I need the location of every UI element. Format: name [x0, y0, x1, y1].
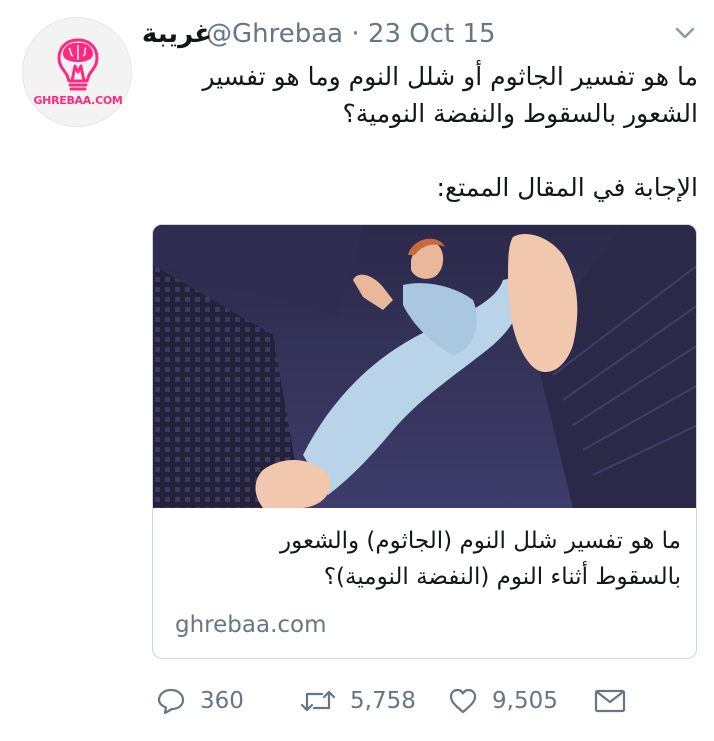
- retweet-count: 5,758: [350, 688, 416, 714]
- tweet-text-line: ما هو تفسير الجاثوم أو شلل النوم وما هو …: [202, 62, 698, 91]
- like-button[interactable]: 9,505: [448, 679, 558, 723]
- tweet-text: ما هو تفسير الجاثوم أو شلل النوم وما هو …: [150, 58, 698, 206]
- card-domain[interactable]: ghrebaa.com: [175, 609, 327, 641]
- timestamp[interactable]: 23 Oct 15: [368, 19, 496, 49]
- card-title[interactable]: ما هو تفسير شلل النوم (الجاثوم) والشعور …: [169, 523, 681, 595]
- retweet-arrows-icon: [300, 690, 336, 712]
- card-title-line: بالسقوط أثناء النوم (النفضة النومية)؟: [323, 564, 681, 590]
- like-count: 9,505: [492, 688, 558, 714]
- card-image[interactable]: [153, 225, 697, 508]
- reply-button[interactable]: 360: [156, 679, 244, 723]
- separator-dot: ·: [351, 19, 360, 49]
- avatar-brand-text: GHREBAA.COM: [33, 94, 123, 107]
- tweet-text-line: الشعور بالسقوط والنفضة النومية؟: [342, 99, 698, 128]
- tweet-header: @Ghrebaa · 23 Oct 15: [0, 16, 510, 52]
- heart-icon: [449, 688, 477, 714]
- link-card[interactable]: ما هو تفسير شلل النوم (الجاثوم) والشعور …: [152, 224, 697, 659]
- card-title-line: ما هو تفسير شلل النوم (الجاثوم) والشعور: [280, 528, 681, 554]
- reply-count: 360: [200, 688, 244, 714]
- tweet-actions: 360 5,758 9,505: [150, 679, 698, 723]
- retweet-button[interactable]: 5,758: [300, 679, 416, 723]
- envelope-icon: [594, 689, 626, 713]
- chevron-down-icon[interactable]: [674, 26, 696, 40]
- tweet-lead-text: الإجابة في المقال الممتع:: [436, 173, 698, 202]
- speech-bubble-icon: [157, 688, 185, 715]
- direct-message-button[interactable]: [594, 679, 626, 723]
- handle[interactable]: @Ghrebaa: [206, 19, 343, 49]
- display-name[interactable]: غريبة: [142, 16, 212, 52]
